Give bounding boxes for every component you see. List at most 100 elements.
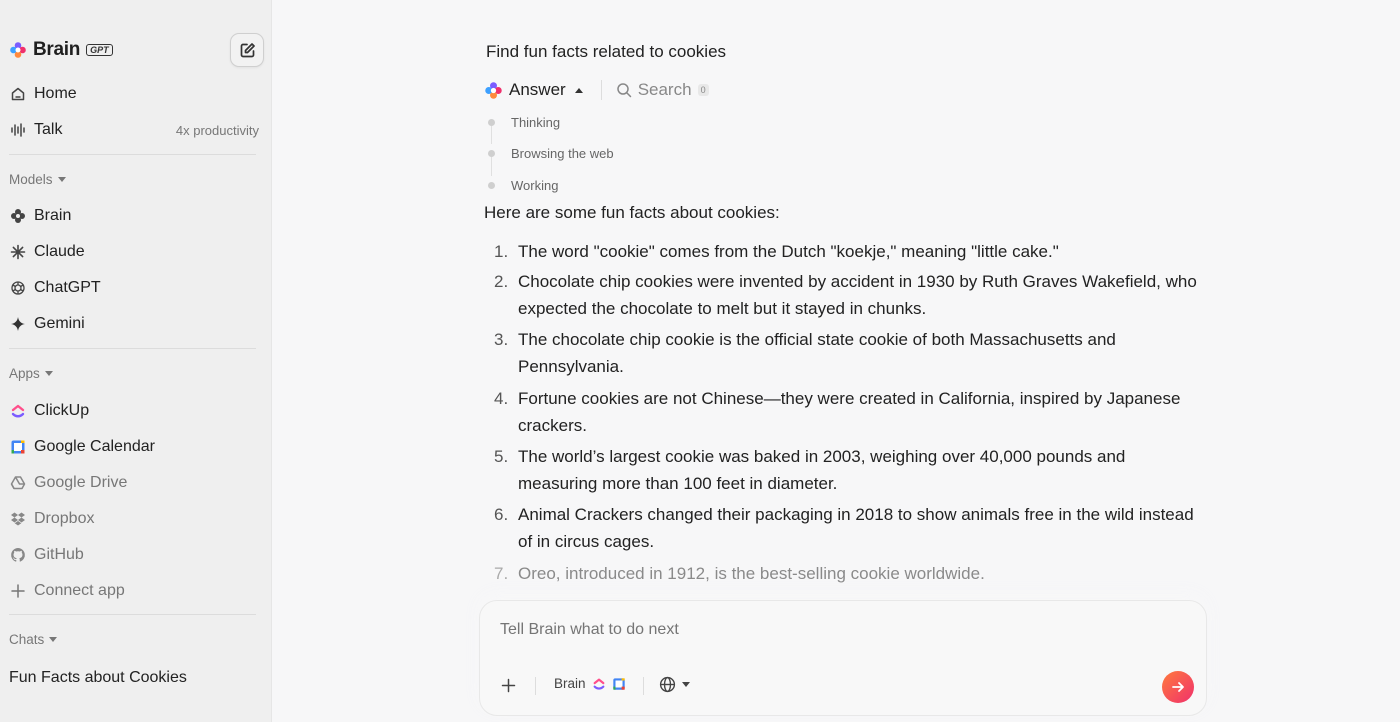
sidebar-item-talk[interactable]: Talk 4x productivity xyxy=(9,118,259,142)
list-item: 2. Chocolate chip cookies were invented … xyxy=(494,268,1204,322)
edit-icon xyxy=(239,42,256,59)
web-search-toggle[interactable] xyxy=(659,676,690,693)
caret-down-icon xyxy=(49,637,58,642)
step-item: Working xyxy=(488,178,558,193)
list-text-line: Chocolate chip cookies were invented by … xyxy=(518,272,1197,291)
tab-search-label: Search xyxy=(637,80,692,99)
sidebar-item-github[interactable]: GitHub xyxy=(9,543,259,567)
list-text: The word "cookie" comes from the Dutch "… xyxy=(518,242,1059,261)
answer-intro: Here are some fun facts about cookies: xyxy=(484,203,780,222)
list-text-line: The world’s largest cookie was baked in … xyxy=(518,447,1126,466)
response-tabs: Answer Search 0 xyxy=(484,78,709,102)
divider xyxy=(9,154,256,155)
clickup-icon xyxy=(9,403,26,420)
list-text-line: The chocolate chip cookie is the officia… xyxy=(518,330,1116,349)
google-calendar-icon xyxy=(9,439,26,456)
section-label: Chats xyxy=(9,632,45,647)
list-number: 7. xyxy=(494,564,509,583)
new-chat-button[interactable] xyxy=(230,33,264,67)
google-drive-icon xyxy=(9,475,26,492)
list-text-line: of in circus cages. xyxy=(518,532,655,551)
sidebar-item-label: Claude xyxy=(34,243,85,260)
brain-icon xyxy=(9,208,26,225)
list-number: 5. xyxy=(494,447,509,466)
model-selector[interactable]: Brain xyxy=(554,676,626,691)
chat-item-fun-facts[interactable]: Fun Facts about Cookies xyxy=(9,666,259,690)
user-question: Find fun facts related to cookies xyxy=(486,42,727,61)
brand-logo[interactable]: Brain GPT xyxy=(9,38,113,62)
list-text: Oreo, introduced in 1912, is the best-se… xyxy=(518,564,985,583)
step-dot xyxy=(488,119,495,126)
globe-icon xyxy=(659,676,676,693)
sidebar-item-clickup[interactable]: ClickUp xyxy=(9,399,259,423)
sidebar-item-brain[interactable]: Brain xyxy=(9,204,259,228)
tab-divider xyxy=(600,80,602,100)
search-count-badge: 0 xyxy=(697,84,709,96)
github-icon xyxy=(9,547,26,564)
caret-up-icon xyxy=(574,87,583,93)
google-calendar-icon xyxy=(612,677,626,691)
sidebar-item-label: Gemini xyxy=(34,315,85,332)
list-number: 1. xyxy=(494,242,509,261)
list-number: 2. xyxy=(494,272,509,291)
step-label: Working xyxy=(511,178,559,193)
tab-search[interactable]: Search 0 xyxy=(616,80,709,100)
tab-answer[interactable]: Answer xyxy=(484,80,583,100)
list-text-line: expected the chocolate to melt but it st… xyxy=(518,299,927,318)
list-number: 3. xyxy=(494,330,509,349)
brain-logo-icon xyxy=(484,81,503,100)
caret-down-icon xyxy=(57,177,66,182)
send-button[interactable] xyxy=(1162,671,1194,703)
sidebar-item-label: Google Calendar xyxy=(34,438,155,455)
models-section-toggle[interactable]: Models xyxy=(9,172,66,187)
sidebar-item-google-calendar[interactable]: Google Calendar xyxy=(9,435,259,459)
chats-section-toggle[interactable]: Chats xyxy=(9,632,58,647)
list-text-line: Fortune cookies are not Chinese—they wer… xyxy=(518,389,1181,408)
step-dot xyxy=(488,182,495,189)
sidebar-item-label: Google Drive xyxy=(34,474,128,491)
list-item: 6. Animal Crackers changed their packagi… xyxy=(494,501,1204,555)
list-item: 4. Fortune cookies are not Chinese—they … xyxy=(494,385,1204,439)
attach-button[interactable] xyxy=(499,676,517,694)
sidebar-item-label: Home xyxy=(34,85,77,102)
sidebar-item-label: GitHub xyxy=(34,546,84,563)
step-dot xyxy=(488,150,495,157)
divider xyxy=(9,348,256,349)
divider xyxy=(9,614,256,615)
sidebar-item-label: Talk xyxy=(34,121,63,138)
clickup-icon xyxy=(592,677,606,691)
list-text-line: Pennsylvania. xyxy=(518,357,624,376)
list-item: 5. The world’s largest cookie was baked … xyxy=(494,443,1204,497)
sidebar-item-label: Brain xyxy=(34,207,72,224)
sidebar-item-connect-app[interactable]: Connect app xyxy=(9,579,259,603)
claude-icon xyxy=(9,244,26,261)
list-item: 3. The chocolate chip cookie is the offi… xyxy=(494,326,1204,380)
section-label: Apps xyxy=(9,366,40,381)
list-item: 7. Oreo, introduced in 1912, is the best… xyxy=(494,560,1204,587)
list-item: 1. The word "cookie" comes from the Dutc… xyxy=(494,238,1204,265)
sidebar-item-google-drive[interactable]: Google Drive xyxy=(9,471,259,495)
caret-down-icon xyxy=(682,682,690,687)
brain-logo-icon xyxy=(9,41,27,59)
productivity-hint: 4x productivity xyxy=(175,122,259,138)
sidebar: Brain GPT Home Talk 4x productivity Mode… xyxy=(0,0,272,722)
sidebar-item-label: ChatGPT xyxy=(34,279,101,296)
message-input[interactable] xyxy=(500,621,1180,639)
sidebar-item-dropbox[interactable]: Dropbox xyxy=(9,507,259,531)
brand-badge: GPT xyxy=(86,44,113,56)
sidebar-item-label: Connect app xyxy=(34,582,125,599)
list-number: 4. xyxy=(494,389,509,408)
apps-section-toggle[interactable]: Apps xyxy=(9,366,53,381)
sidebar-item-home[interactable]: Home xyxy=(9,82,259,106)
plus-icon xyxy=(501,678,516,693)
home-icon xyxy=(9,86,26,103)
dropbox-icon xyxy=(9,511,26,528)
message-composer: Brain xyxy=(479,600,1207,716)
audio-wave-icon xyxy=(9,122,26,139)
sidebar-item-chatgpt[interactable]: ChatGPT xyxy=(9,276,259,300)
list-text-line: crackers. xyxy=(518,416,587,435)
step-label: Thinking xyxy=(511,115,561,130)
chatgpt-icon xyxy=(9,280,26,297)
sidebar-item-gemini[interactable]: Gemini xyxy=(9,312,259,336)
sidebar-item-claude[interactable]: Claude xyxy=(9,240,259,264)
